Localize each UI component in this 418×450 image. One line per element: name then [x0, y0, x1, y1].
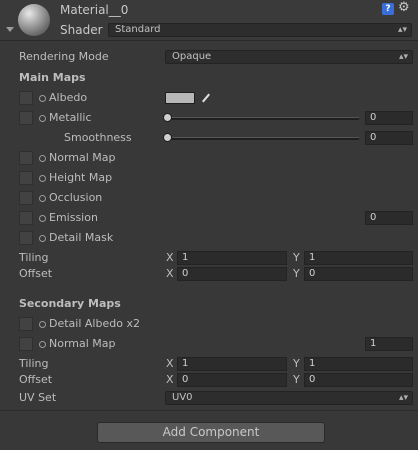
albedo-label: Albedo	[49, 91, 88, 104]
normal-map-label: Normal Map	[49, 151, 116, 164]
albedo-color-swatch[interactable]	[165, 92, 195, 104]
secondary-tiling-y-label: Y	[293, 357, 300, 370]
gear-icon[interactable]: ⚙	[398, 1, 410, 15]
secondary-normal-scale-field[interactable]: 1	[365, 337, 413, 351]
metallic-slider-track[interactable]	[167, 117, 359, 120]
detail-albedo-label: Detail Albedo x2	[49, 317, 140, 330]
secondary-tiling-y-field[interactable]: 1	[304, 357, 413, 371]
divider	[0, 410, 418, 411]
object-picker-icon[interactable]	[39, 175, 46, 182]
secondary-offset-x-label: X	[166, 373, 174, 386]
secondary-offset-y-field[interactable]: 0	[304, 373, 413, 387]
eyedropper-icon[interactable]	[202, 93, 210, 103]
add-component-button[interactable]: Add Component	[97, 422, 325, 443]
main-offset-y-label: Y	[293, 267, 300, 280]
object-picker-icon[interactable]	[39, 195, 46, 202]
secondary-offset-y-label: Y	[293, 373, 300, 386]
chevron-updown-icon: ▴▾	[397, 25, 407, 35]
emission-label: Emission	[49, 211, 98, 224]
secondary-tiling-x-label: X	[166, 357, 174, 370]
secondary-normal-map-texture-slot[interactable]	[19, 337, 33, 351]
rendering-mode-value: Opaque	[172, 51, 212, 62]
smoothness-value-field[interactable]: 0	[365, 131, 413, 145]
secondary-maps-heading: Secondary Maps	[19, 297, 121, 310]
occlusion-texture-slot[interactable]	[19, 191, 33, 205]
main-tiling-y-field[interactable]: 1	[304, 251, 413, 265]
smoothness-slider-handle[interactable]	[163, 133, 172, 142]
smoothness-slider-track[interactable]	[167, 137, 359, 140]
shader-dropdown-value: Standard	[115, 24, 161, 35]
main-maps-heading: Main Maps	[19, 71, 86, 84]
detail-mask-label: Detail Mask	[49, 231, 114, 244]
detail-albedo-texture-slot[interactable]	[19, 317, 33, 331]
shader-dropdown[interactable]: Standard ▴▾	[108, 23, 412, 37]
detail-mask-texture-slot[interactable]	[19, 231, 33, 245]
chevron-updown-icon: ▴▾	[398, 393, 408, 403]
shader-label: Shader	[60, 23, 103, 37]
main-tiling-x-field[interactable]: 1	[177, 251, 287, 265]
material-preview-sphere-icon	[18, 4, 50, 36]
secondary-tiling-label: Tiling	[19, 357, 49, 370]
metallic-slider-handle[interactable]	[163, 113, 172, 122]
foldout-arrow-icon[interactable]	[6, 27, 14, 32]
metallic-value-field[interactable]: 0	[365, 111, 413, 125]
main-tiling-x-label: X	[166, 251, 174, 264]
rendering-mode-label: Rendering Mode	[19, 50, 109, 63]
metallic-texture-slot[interactable]	[19, 111, 33, 125]
main-offset-label: Offset	[19, 267, 53, 280]
secondary-normal-map-label: Normal Map	[49, 337, 116, 350]
object-picker-icon[interactable]	[39, 341, 46, 348]
smoothness-label: Smoothness	[64, 131, 132, 144]
material-name: Material__0	[60, 3, 129, 17]
help-icon[interactable]: ?	[382, 3, 394, 15]
emission-texture-slot[interactable]	[19, 211, 33, 225]
object-picker-icon[interactable]	[39, 215, 46, 222]
main-offset-x-label: X	[166, 267, 174, 280]
uv-set-dropdown[interactable]: UV0 ▴▾	[165, 391, 413, 405]
main-tiling-label: Tiling	[19, 251, 49, 264]
main-tiling-y-label: Y	[293, 251, 300, 264]
emission-value-field[interactable]: 0	[365, 211, 413, 225]
object-picker-icon[interactable]	[39, 95, 46, 102]
main-offset-y-field[interactable]: 0	[304, 267, 413, 281]
secondary-offset-x-field[interactable]: 0	[177, 373, 287, 387]
object-picker-icon[interactable]	[39, 155, 46, 162]
secondary-offset-label: Offset	[19, 373, 53, 386]
occlusion-label: Occlusion	[49, 191, 103, 204]
albedo-texture-slot[interactable]	[19, 91, 33, 105]
height-map-texture-slot[interactable]	[19, 171, 33, 185]
main-offset-x-field[interactable]: 0	[177, 267, 287, 281]
normal-map-texture-slot[interactable]	[19, 151, 33, 165]
uv-set-label: UV Set	[19, 391, 57, 404]
uv-set-value: UV0	[172, 392, 193, 403]
metallic-label: Metallic	[49, 111, 92, 124]
height-map-label: Height Map	[49, 171, 113, 184]
rendering-mode-dropdown[interactable]: Opaque ▴▾	[165, 50, 413, 64]
object-picker-icon[interactable]	[39, 321, 46, 328]
secondary-tiling-x-field[interactable]: 1	[177, 357, 287, 371]
chevron-updown-icon: ▴▾	[398, 52, 408, 62]
object-picker-icon[interactable]	[39, 115, 46, 122]
object-picker-icon[interactable]	[39, 235, 46, 242]
